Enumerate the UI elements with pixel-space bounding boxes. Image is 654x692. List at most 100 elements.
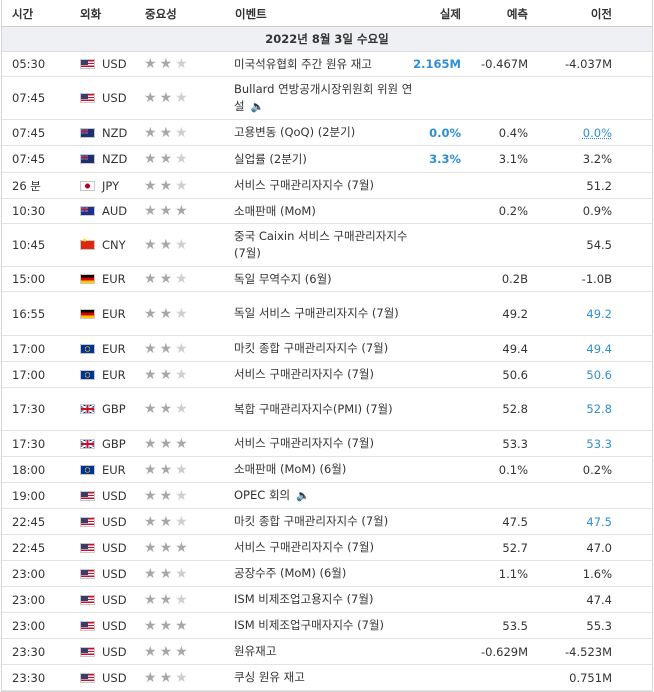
event-row[interactable]: 17:00 EUR ★ ★ ★ 마킷 종합 구매관리자지수 (7월) 49.4 49.4 (2, 336, 652, 362)
event-name-text[interactable]: 복합 구매관리자지수(PMI) (7월) (234, 401, 393, 418)
event-name-text[interactable]: 고용변동 (QoQ) (2분기) (234, 124, 355, 141)
date-band: 2022년 8월 3일 수요일 (2, 27, 652, 52)
event-row[interactable]: 23:00 USD ★ ★ ★ 공장수주 (MoM) (6월) 1.1% 1.6% (2, 561, 652, 587)
star-icon: ★ (175, 340, 188, 357)
event-name-text[interactable]: 실업률 (2분기) (234, 151, 307, 168)
col-header-importance[interactable]: 중요성 (145, 6, 177, 22)
event-name-text[interactable]: 마킷 종합 구매관리자지수 (7월) (234, 340, 388, 357)
event-name-text[interactable]: 소매판매 (MoM) (234, 203, 316, 220)
event-name[interactable]: 미국석유협회 주간 원유 재고 (234, 52, 414, 76)
col-header-forecast[interactable]: 예측 (507, 6, 528, 22)
star-icon: ★ (175, 56, 188, 72)
star-icon: ★ (159, 90, 173, 106)
importance-stars: ★ ★ ★ (144, 292, 191, 335)
event-currency: GBP (102, 436, 126, 451)
event-row[interactable]: 07:45 USD ★ ★ ★ Bullard 연방공개시장위원회 위원 연설 🔈 (2, 77, 652, 120)
col-header-event[interactable]: 이벤트 (235, 6, 267, 22)
event-name-text[interactable]: ISM 비제조업구매자지수 (7월) (234, 617, 384, 634)
event-name-text[interactable]: 쿠싱 원유 재고 (234, 669, 305, 686)
event-name-text[interactable]: 서비스 구매관리자지수 (7월) (234, 366, 374, 383)
col-header-time[interactable]: 시간 (12, 6, 33, 22)
event-name-text[interactable]: 마킷 종합 구매관리자지수 (7월) (234, 513, 388, 530)
event-name-text[interactable]: ISM 비제조업고용지수 (7월) (234, 591, 373, 608)
event-name[interactable]: 독일 무역수지 (6월) (234, 267, 414, 291)
event-time: 10:30 (12, 204, 46, 218)
event-name[interactable]: ISM 비제조업고용지수 (7월) (234, 587, 414, 612)
event-forecast: 0.2B (501, 272, 528, 286)
event-row[interactable]: 10:30 AUD ★ ★ ★ 소매판매 (MoM) 0.2% 0.9% (2, 199, 652, 224)
event-row[interactable]: 23:30 USD ★ ★ ★ 쿠싱 원유 재고 0.751M (2, 665, 652, 691)
event-name-text[interactable]: 중국 Caixin 서비스 구매관리자지수 (7월) (234, 228, 414, 262)
col-header-previous[interactable]: 이전 (591, 6, 612, 22)
event-name-text[interactable]: OPEC 회의 🔈 (234, 487, 310, 504)
event-row[interactable]: 23:00 USD ★ ★ ★ ISM 비제조업구매자지수 (7월) 53.5 55.3 (2, 613, 652, 639)
flag-icon (80, 587, 95, 612)
event-currency: USD (102, 540, 127, 555)
event-row[interactable]: 22:45 USD ★ ★ ★ 서비스 구매관리자지수 (7월) 52.7 47.0 (2, 535, 652, 561)
event-row[interactable]: 05:30 USD ★ ★ ★ 미국석유협회 주간 원유 재고 2.165M -0.467M -… (2, 52, 652, 77)
star-icon: ★ (159, 565, 173, 582)
event-row[interactable]: 16:55 EUR ★ ★ ★ 독일 서비스 구매관리자지수 (7월) 49.2 49.2 (2, 292, 652, 336)
event-name[interactable]: 서비스 구매관리자지수 (7월) (234, 431, 414, 456)
event-name[interactable]: 중국 Caixin 서비스 구매관리자지수 (7월) (234, 224, 414, 266)
importance-stars: ★ ★ ★ (144, 336, 191, 361)
event-currency: EUR (102, 367, 126, 382)
event-name[interactable]: ISM 비제조업구매자지수 (7월) (234, 613, 414, 638)
event-name-text[interactable]: 서비스 구매관리자지수 (7월) (234, 177, 374, 194)
event-name-text[interactable]: 독일 무역수지 (6월) (234, 271, 332, 288)
event-name[interactable]: 소매판매 (MoM) (234, 199, 414, 223)
star-icon: ★ (144, 305, 157, 322)
event-name[interactable]: 고용변동 (QoQ) (2분기) (234, 120, 414, 145)
col-header-actual[interactable]: 실제 (440, 6, 461, 22)
flag-icon (80, 457, 95, 482)
event-row[interactable]: 22:45 USD ★ ★ ★ 마킷 종합 구매관리자지수 (7월) 47.5 47.5 (2, 509, 652, 535)
event-name-text[interactable]: 서비스 구매관리자지수 (7월) (234, 539, 374, 556)
event-name[interactable]: OPEC 회의 🔈 (234, 483, 414, 508)
importance-stars: ★ ★ ★ (144, 199, 191, 223)
event-name[interactable]: 쿠싱 원유 재고 (234, 665, 414, 690)
event-currency: NZD (102, 152, 128, 166)
flag-nzd-icon (80, 127, 95, 138)
event-time: 22:45 (12, 514, 46, 529)
event-name[interactable]: 실업률 (2분기) (234, 146, 414, 172)
event-name-text[interactable]: 독일 서비스 구매관리자지수 (7월) (234, 305, 399, 322)
event-name-text[interactable]: 서비스 구매관리자지수 (7월) (234, 435, 374, 452)
event-row[interactable]: 15:00 EUR ★ ★ ★ 독일 무역수지 (6월) 0.2B -1.0B (2, 267, 652, 292)
event-name[interactable]: 소매판매 (MoM) (6월) (234, 457, 414, 482)
event-row[interactable]: 18:00 EUR ★ ★ ★ 소매판매 (MoM) (6월) 0.1% 0.2% (2, 457, 652, 483)
event-row[interactable]: 26 분 JPY ★ ★ ★ 서비스 구매관리자지수 (7월) 51.2 (2, 173, 652, 199)
event-name[interactable]: 원유재고 (234, 639, 414, 664)
event-name-text[interactable]: 소매판매 (MoM) (6월) (234, 461, 346, 478)
importance-stars: ★ ★ ★ (144, 224, 191, 266)
event-name[interactable]: 복합 구매관리자지수(PMI) (7월) (234, 388, 414, 430)
event-name-text[interactable]: 원유재고 (234, 643, 276, 660)
event-row[interactable]: 19:00 USD ★ ★ ★ OPEC 회의 🔈 (2, 483, 652, 509)
event-name[interactable]: 마킷 종합 구매관리자지수 (7월) (234, 509, 414, 534)
event-actual: 0.0% (429, 125, 461, 140)
event-row[interactable]: 07:45 NZD ★ ★ ★ 실업률 (2분기) 3.3% 3.1% 3.2% (2, 146, 652, 173)
event-row[interactable]: 23:00 USD ★ ★ ★ ISM 비제조업고용지수 (7월) 47.4 (2, 587, 652, 613)
event-row[interactable]: 17:00 EUR ★ ★ ★ 서비스 구매관리자지수 (7월) 50.6 50.6 (2, 362, 652, 388)
event-previous: 1.6% (582, 566, 612, 581)
event-name-text[interactable]: Bullard 연방공개시장위원회 위원 연설 🔈 (234, 81, 414, 115)
star-icon: ★ (175, 461, 188, 478)
event-row[interactable]: 07:45 NZD ★ ★ ★ 고용변동 (QoQ) (2분기) 0.0% 0.4% 0.0% (2, 120, 652, 146)
event-name[interactable]: 독일 서비스 구매관리자지수 (7월) (234, 292, 414, 335)
event-name[interactable]: 서비스 구매관리자지수 (7월) (234, 535, 414, 560)
event-name[interactable]: Bullard 연방공개시장위원회 위원 연설 🔈 (234, 77, 414, 119)
star-icon: ★ (159, 340, 173, 357)
event-name[interactable]: 공장수주 (MoM) (6월) (234, 561, 414, 586)
star-icon: ★ (159, 461, 173, 478)
event-row[interactable]: 17:30 GBP ★ ★ ★ 복합 구매관리자지수(PMI) (7월) 52.8 52.8 (2, 388, 652, 431)
event-name-text[interactable]: 공장수주 (MoM) (6월) (234, 565, 346, 582)
event-name-text[interactable]: 미국석유협회 주간 원유 재고 (234, 56, 372, 73)
event-name[interactable]: 마킷 종합 구매관리자지수 (7월) (234, 336, 414, 361)
event-name[interactable]: 서비스 구매관리자지수 (7월) (234, 173, 414, 198)
event-row[interactable]: 23:30 USD ★ ★ ★ 원유재고 -0.629M -4.523M (2, 639, 652, 665)
event-row[interactable]: 17:30 GBP ★ ★ ★ 서비스 구매관리자지수 (7월) 53.3 53.3 (2, 431, 652, 457)
flag-icon (80, 388, 95, 430)
event-name[interactable]: 서비스 구매관리자지수 (7월) (234, 362, 414, 387)
col-header-currency[interactable]: 외화 (80, 6, 101, 22)
event-row[interactable]: 10:45CNY★★★중국 Caixin 서비스 구매관리자지수 (7월)54.… (2, 224, 652, 267)
flag-icon (80, 336, 95, 361)
